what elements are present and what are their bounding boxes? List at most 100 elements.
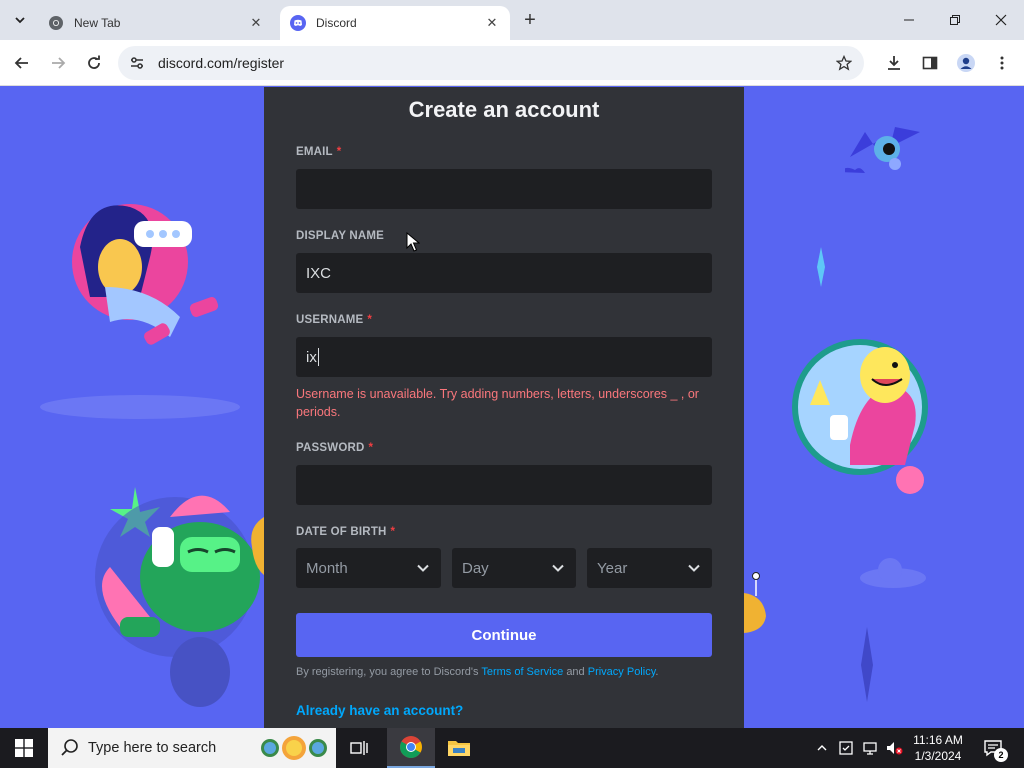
green-monster-illustration xyxy=(95,487,260,707)
taskbar-search-box[interactable]: Type here to search xyxy=(48,728,336,768)
download-icon xyxy=(888,56,900,70)
month-select[interactable]: Month xyxy=(296,548,441,588)
month-placeholder: Month xyxy=(306,559,348,577)
search-placeholder: Type here to search xyxy=(88,740,217,756)
star-icon xyxy=(836,55,852,71)
folder-icon xyxy=(448,741,470,756)
reload-icon xyxy=(88,55,100,69)
required-mark: * xyxy=(336,146,342,158)
site-info-button[interactable] xyxy=(124,50,150,76)
profile-button[interactable] xyxy=(954,51,978,75)
windows-taskbar: Type here to search 11:16 AM 1/3/2024 2 xyxy=(0,728,1024,768)
volume-muted-icon xyxy=(887,742,903,755)
display-name-label: DISPLAY NAME xyxy=(296,230,385,242)
tab-discord[interactable]: Discord ✕ xyxy=(280,6,510,40)
register-card: Create an account EMAIL * DISPLAY NAME IX… xyxy=(264,87,744,728)
show-hidden-icons-button[interactable] xyxy=(812,738,832,758)
notification-count-badge: 2 xyxy=(994,748,1008,762)
privacy-policy-link[interactable]: Privacy Policy xyxy=(588,666,656,678)
taskbar-file-explorer-button[interactable] xyxy=(435,728,483,768)
chevron-down-icon xyxy=(686,560,702,576)
close-window-button[interactable] xyxy=(986,8,1016,32)
task-view-icon xyxy=(350,741,368,755)
network-tray-icon[interactable] xyxy=(860,738,880,758)
clock-time: 11:16 AM xyxy=(913,733,963,747)
restore-icon xyxy=(950,15,960,25)
terms-of-service-link[interactable]: Terms of Service xyxy=(481,666,563,678)
new-tab-button[interactable]: + xyxy=(518,10,542,32)
back-button[interactable] xyxy=(10,51,34,75)
minimize-icon xyxy=(904,19,914,21)
tab-new-tab[interactable]: New Tab ✕ xyxy=(38,6,274,40)
taskbar-clock[interactable]: 11:16 AM 1/3/2024 xyxy=(906,732,970,764)
close-tab-icon[interactable]: ✕ xyxy=(484,15,500,31)
profile-icon xyxy=(957,54,975,72)
search-icon xyxy=(61,739,78,756)
shield-icon xyxy=(839,741,853,755)
password-label: PASSWORD * xyxy=(296,442,374,454)
reload-button[interactable] xyxy=(82,51,106,75)
url-text: discord.com/register xyxy=(158,55,285,71)
forward-button[interactable] xyxy=(46,51,70,75)
discord-icon xyxy=(290,15,306,31)
display-name-field[interactable]: IXC xyxy=(296,253,712,293)
year-placeholder: Year xyxy=(597,559,628,577)
clock-date: 1/3/2024 xyxy=(914,749,962,763)
required-mark: * xyxy=(367,314,373,326)
bookmark-button[interactable] xyxy=(832,51,856,75)
username-field[interactable]: ix xyxy=(296,337,712,377)
close-tab-icon[interactable]: ✕ xyxy=(248,15,264,31)
star-sparkle-decoration xyxy=(861,627,873,702)
day-select[interactable]: Day xyxy=(452,548,576,588)
side-panel-button[interactable] xyxy=(918,51,942,75)
notification-center-button[interactable]: 2 xyxy=(980,736,1008,762)
tab-title: Discord xyxy=(316,16,357,30)
year-select[interactable]: Year xyxy=(587,548,712,588)
side-panel-icon xyxy=(922,56,938,70)
browser-tab-strip: New Tab ✕ Discord ✕ + xyxy=(0,0,1024,40)
network-icon xyxy=(863,742,877,755)
text-caret xyxy=(317,348,319,366)
email-field[interactable] xyxy=(296,169,712,209)
minimize-button[interactable] xyxy=(894,8,924,32)
chrome-icon xyxy=(49,16,63,30)
restore-button[interactable] xyxy=(940,8,970,32)
more-vertical-icon xyxy=(1000,56,1004,70)
chevron-up-icon xyxy=(817,745,827,751)
downloads-button[interactable] xyxy=(882,51,906,75)
yellow-character-illustration xyxy=(792,339,928,494)
task-view-button[interactable] xyxy=(336,728,384,768)
taskbar-chrome-button[interactable] xyxy=(387,728,435,768)
cloud-decoration xyxy=(860,558,926,588)
tab-title: New Tab xyxy=(74,16,121,30)
start-button[interactable] xyxy=(0,728,48,768)
chrome-icon xyxy=(400,736,422,758)
username-label: USERNAME * xyxy=(296,314,373,326)
hooded-character-illustration xyxy=(72,204,219,345)
day-placeholder: Day xyxy=(462,559,489,577)
tab-search-button[interactable] xyxy=(8,8,32,32)
continue-button[interactable]: Continue xyxy=(296,613,712,657)
browser-menu-button[interactable] xyxy=(990,51,1014,75)
sparkle-icon xyxy=(817,247,825,287)
email-label: EMAIL * xyxy=(296,146,342,158)
username-value: ix xyxy=(306,348,317,366)
arrow-right-icon xyxy=(52,57,66,69)
arrow-left-icon xyxy=(14,57,28,69)
security-tray-icon[interactable] xyxy=(836,738,856,758)
windows-logo-icon xyxy=(15,739,33,757)
cloud-decoration xyxy=(40,395,240,419)
close-icon xyxy=(995,14,1007,26)
weather-highlight-icon xyxy=(261,736,327,760)
chevron-down-icon xyxy=(15,17,25,24)
address-bar[interactable]: discord.com/register xyxy=(118,46,864,80)
username-error-message: Username is unavailable. Try adding numb… xyxy=(296,387,699,419)
orange-critter-illustration xyxy=(744,572,766,633)
tune-icon xyxy=(131,57,143,69)
volume-tray-icon[interactable] xyxy=(884,738,904,758)
display-name-value: IXC xyxy=(306,264,332,282)
required-mark: * xyxy=(390,526,396,538)
password-field[interactable] xyxy=(296,465,712,505)
date-of-birth-label: DATE OF BIRTH * xyxy=(296,526,396,538)
login-link[interactable]: Already have an account? xyxy=(296,703,463,718)
